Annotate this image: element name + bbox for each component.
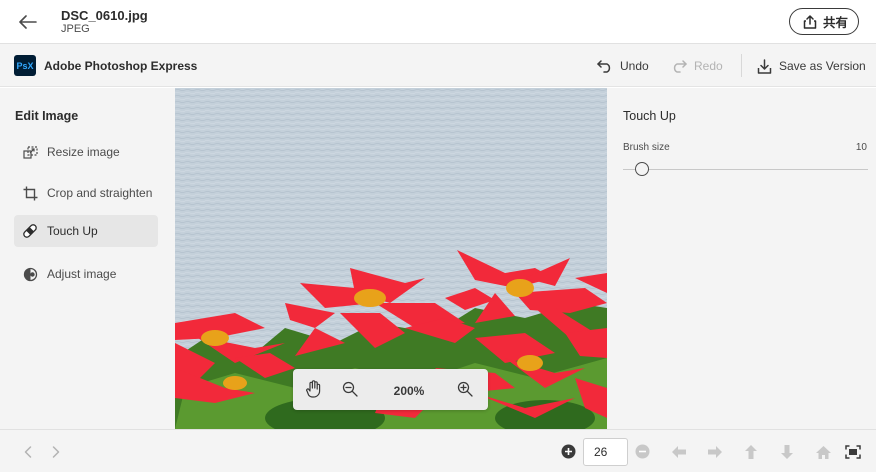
redo-icon <box>673 59 687 73</box>
arrow-left-icon <box>19 15 37 29</box>
menu-item-label: Crop and straighten <box>47 186 153 200</box>
app-logo: PsX <box>14 55 36 76</box>
touch-up-panel: Touch Up Brush size 10 <box>607 88 876 429</box>
image-canvas[interactable]: 200% <box>175 88 607 429</box>
panel-heading: Edit Image <box>15 109 79 123</box>
arrow-right-icon[interactable] <box>706 443 724 461</box>
edit-image-panel: Edit Image Resize image Crop and straigh… <box>0 88 175 429</box>
app-toolbar: PsX Adobe Photoshop Express Undo Redo Sa… <box>0 44 876 87</box>
save-icon <box>757 58 772 74</box>
next-arrow-icon[interactable] <box>49 445 63 459</box>
brush-size-label: Brush size <box>623 142 670 153</box>
brush-size-value: 10 <box>855 142 867 153</box>
arrow-down-icon[interactable] <box>778 443 796 461</box>
file-name: DSC_0610.jpg <box>61 8 148 23</box>
brush-size-slider-track[interactable] <box>623 169 868 170</box>
arrow-left-icon[interactable] <box>670 443 688 461</box>
toolbar-divider <box>741 54 742 77</box>
redo-label: Redo <box>694 59 723 73</box>
previous-arrow-icon[interactable] <box>21 445 35 459</box>
menu-item-label: Resize image <box>47 145 120 159</box>
zoom-out-icon[interactable] <box>342 381 358 397</box>
menu-item-crop-and-straighten[interactable]: Crop and straighten <box>14 177 158 209</box>
crop-icon <box>22 185 38 201</box>
undo-button[interactable]: Undo <box>597 56 649 76</box>
share-icon <box>803 14 817 29</box>
minus-circle-icon[interactable] <box>635 444 650 464</box>
page-number-input[interactable] <box>583 438 628 466</box>
share-label: 共有 <box>822 16 848 30</box>
menu-item-resize-image[interactable]: Resize image <box>14 136 158 168</box>
save-label: Save as Version <box>779 59 866 73</box>
undo-icon <box>597 59 611 73</box>
home-icon[interactable] <box>814 443 832 461</box>
menu-item-label: Adjust image <box>47 267 117 281</box>
save-as-version-button[interactable]: Save as Version <box>757 56 866 76</box>
menu-item-adjust-image[interactable]: Adjust image <box>14 258 158 290</box>
hand-tool-icon[interactable] <box>306 380 322 398</box>
bandage-icon <box>22 223 38 239</box>
arrow-up-icon[interactable] <box>742 443 760 461</box>
app-title: Adobe Photoshop Express <box>44 59 198 73</box>
undo-label: Undo <box>620 59 649 73</box>
back-button[interactable] <box>16 10 40 34</box>
top-header: DSC_0610.jpg JPEG 共有 <box>0 0 876 44</box>
fit-screen-icon[interactable] <box>844 443 862 461</box>
resize-icon <box>22 144 38 160</box>
bottom-toolbar <box>0 429 876 472</box>
zoom-toolbar: 200% <box>293 369 488 410</box>
menu-item-touch-up[interactable]: Touch Up <box>14 215 158 247</box>
file-type: JPEG <box>61 23 90 35</box>
zoom-level: 200% <box>393 384 425 398</box>
plus-circle-icon[interactable] <box>561 444 576 464</box>
panel-title: Touch Up <box>623 109 676 123</box>
brush-size-slider-thumb[interactable] <box>635 162 649 176</box>
adjust-icon <box>22 266 38 282</box>
menu-item-label: Touch Up <box>47 224 98 238</box>
redo-button[interactable]: Redo <box>671 56 723 76</box>
share-button[interactable]: 共有 <box>788 8 859 35</box>
zoom-in-icon[interactable] <box>457 381 473 397</box>
